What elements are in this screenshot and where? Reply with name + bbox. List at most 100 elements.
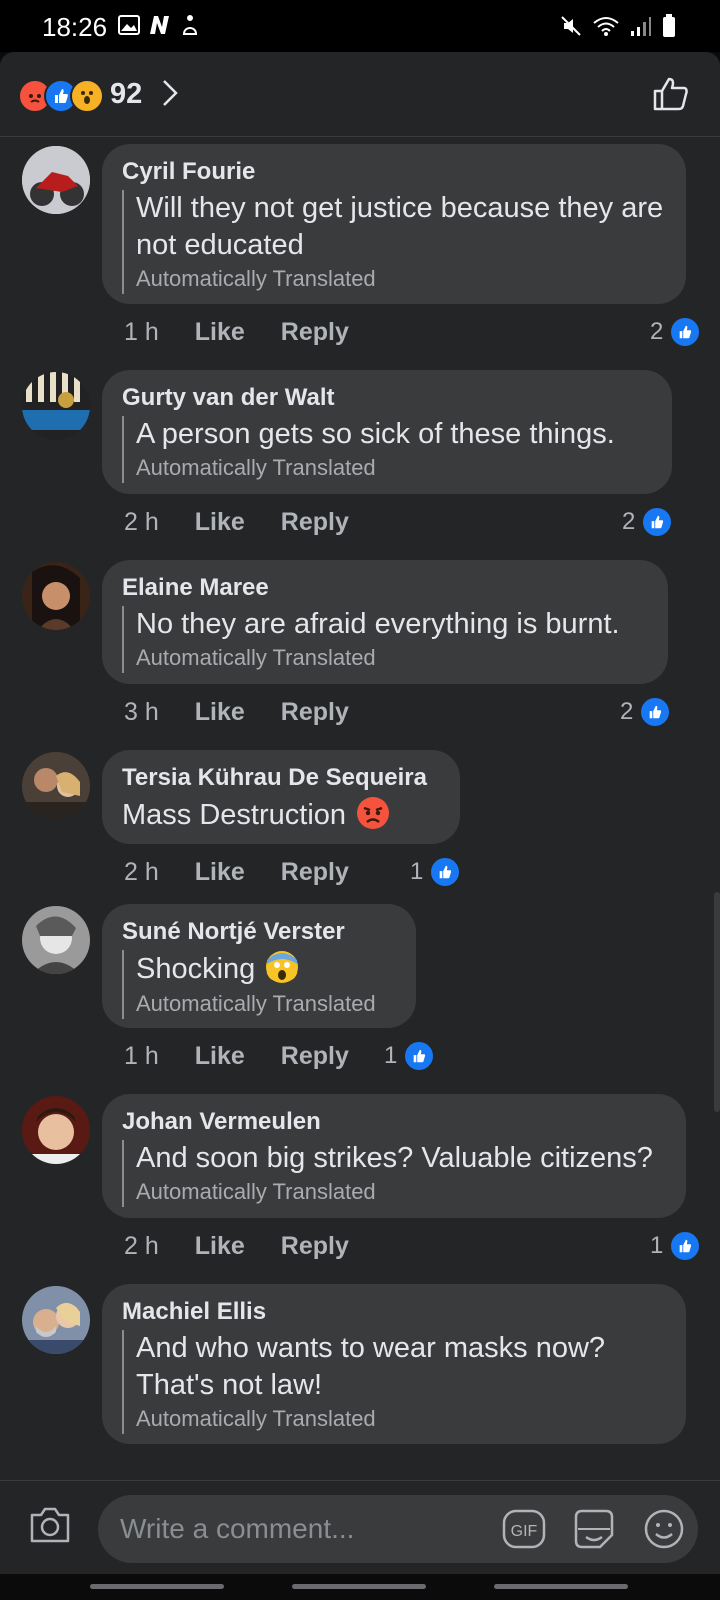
avatar[interactable]	[22, 752, 90, 820]
avatar[interactable]	[22, 906, 90, 974]
comment-likes[interactable]: 1	[410, 856, 462, 888]
image-icon	[118, 15, 140, 40]
like-count: 1	[650, 1232, 664, 1259]
comment-input[interactable]: Write a comment... GIF	[98, 1495, 698, 1563]
comment-body: Mass Destruction	[122, 796, 438, 835]
n-icon	[148, 15, 172, 40]
comment-actions: 3 h Like Reply	[124, 698, 385, 727]
accessibility-icon	[180, 14, 200, 41]
like-button[interactable]: Like	[195, 318, 245, 347]
nav-home-button[interactable]	[292, 1584, 426, 1589]
emoji-icon[interactable]	[642, 1507, 686, 1556]
scrollbar[interactable]	[714, 892, 720, 1112]
like-count: 2	[650, 318, 664, 345]
status-bar: 18:26	[0, 0, 720, 52]
like-count: 1	[410, 858, 424, 885]
gif-button[interactable]: GIF	[502, 1509, 546, 1554]
chevron-right-icon	[160, 78, 180, 113]
translated-block: And who wants to wear masks now? That's …	[122, 1330, 664, 1434]
nav-recent-button[interactable]	[90, 1584, 224, 1589]
like-badge-icon	[641, 506, 674, 538]
comment-likes[interactable]: 2	[620, 696, 672, 728]
like-badge-icon	[639, 696, 672, 728]
like-badge-icon	[429, 856, 462, 888]
comment-author[interactable]: Cyril Fourie	[122, 158, 664, 186]
reply-button[interactable]: Reply	[281, 698, 349, 727]
comment-author[interactable]: Suné Nortjé Verster	[122, 918, 394, 946]
translation-note[interactable]: Automatically Translated	[136, 453, 650, 483]
comment-author[interactable]: Elaine Maree	[122, 574, 646, 602]
comment-composer: Write a comment... GIF	[0, 1480, 720, 1575]
translation-note[interactable]: Automatically Translated	[136, 643, 646, 673]
comment-actions: 1 h Like Reply	[124, 1042, 385, 1071]
translation-note[interactable]: Automatically Translated	[136, 1177, 664, 1207]
avatar[interactable]	[22, 146, 90, 214]
comment-text: And soon big strikes? Valuable citizens?	[136, 1142, 653, 1174]
comment-author[interactable]: Tersia Kührau De Sequeira	[122, 764, 438, 792]
translation-note[interactable]: Automatically Translated	[136, 1404, 664, 1434]
comment-text: No they are afraid everything is burnt.	[136, 608, 620, 640]
like-button[interactable]: Like	[195, 1232, 245, 1261]
comment-bubble[interactable]: Cyril Fourie Will they not get justice b…	[102, 144, 686, 304]
avatar[interactable]	[22, 1286, 90, 1354]
reactions-header[interactable]: 92	[0, 52, 720, 137]
comment-time: 2 h	[124, 1232, 159, 1260]
mute-icon	[560, 15, 582, 42]
comment-text: Mass Destruction	[122, 799, 347, 831]
nav-back-button[interactable]	[494, 1584, 628, 1589]
reply-button[interactable]: Reply	[281, 508, 349, 537]
comment-bubble[interactable]: Johan Vermeulen And soon big strikes? Va…	[102, 1094, 686, 1218]
system-nav-bar	[0, 1574, 720, 1600]
comment-bubble[interactable]: Tersia Kührau De Sequeira Mass Destructi…	[102, 750, 460, 844]
like-count: 1	[384, 1042, 398, 1069]
comment-bubble[interactable]: Elaine Maree No they are afraid everythi…	[102, 560, 668, 684]
comment-time: 1 h	[124, 1042, 159, 1070]
comment-time: 2 h	[124, 858, 159, 886]
comment-likes[interactable]: 2	[622, 506, 674, 538]
comment-author[interactable]: Gurty van der Walt	[122, 384, 650, 412]
translated-block: Will they not get justice because they a…	[122, 190, 664, 294]
thumbs-up-icon[interactable]	[652, 76, 690, 117]
signal-icon	[630, 15, 652, 42]
comment-time: 1 h	[124, 318, 159, 346]
avatar[interactable]	[22, 1096, 90, 1164]
comment-bubble[interactable]: Machiel Ellis And who wants to wear mask…	[102, 1284, 686, 1444]
comment-bubble[interactable]: Suné Nortjé Verster Shocking Automatical…	[102, 904, 416, 1028]
like-button[interactable]: Like	[195, 698, 245, 727]
comment-actions: 1 h Like Reply	[124, 318, 385, 347]
comment-bubble[interactable]: Gurty van der Walt A person gets so sick…	[102, 370, 672, 494]
comment-actions: 2 h Like Reply	[124, 858, 385, 887]
reply-button[interactable]: Reply	[281, 1042, 349, 1071]
like-button[interactable]: Like	[195, 1042, 245, 1071]
comment-text: Will they not get justice because they a…	[136, 192, 664, 261]
reply-button[interactable]: Reply	[281, 318, 349, 347]
comment-likes[interactable]: 1	[384, 1040, 436, 1072]
comment-text: A person gets so sick of these things.	[136, 418, 615, 450]
wow-reaction-icon	[70, 79, 104, 113]
avatar[interactable]	[22, 372, 90, 440]
sticker-icon[interactable]	[572, 1507, 616, 1556]
comment-text: And who wants to wear masks now? That's …	[136, 1332, 606, 1401]
comment-author[interactable]: Johan Vermeulen	[122, 1108, 664, 1136]
comment-likes[interactable]: 2	[650, 316, 702, 348]
comment-likes[interactable]: 1	[650, 1230, 702, 1262]
camera-icon[interactable]	[28, 1505, 72, 1550]
gif-label: GIF	[511, 1523, 538, 1540]
comment-actions: 2 h Like Reply	[124, 508, 385, 537]
comment-author[interactable]: Machiel Ellis	[122, 1298, 664, 1326]
like-button[interactable]: Like	[195, 858, 245, 887]
translated-block: Shocking Automatically Translated	[122, 950, 394, 1019]
like-count: 2	[620, 698, 634, 725]
reply-button[interactable]: Reply	[281, 858, 349, 887]
battery-icon	[662, 14, 676, 43]
status-time: 18:26	[42, 12, 108, 42]
translation-note[interactable]: Automatically Translated	[136, 264, 664, 294]
wifi-icon	[592, 15, 620, 42]
avatar[interactable]	[22, 562, 90, 630]
reply-button[interactable]: Reply	[281, 1232, 349, 1261]
reactions-count: 92	[110, 78, 143, 110]
reaction-icons	[18, 79, 104, 113]
translation-note[interactable]: Automatically Translated	[136, 989, 394, 1019]
like-button[interactable]: Like	[195, 508, 245, 537]
comment-input-placeholder: Write a comment...	[120, 1513, 355, 1544]
